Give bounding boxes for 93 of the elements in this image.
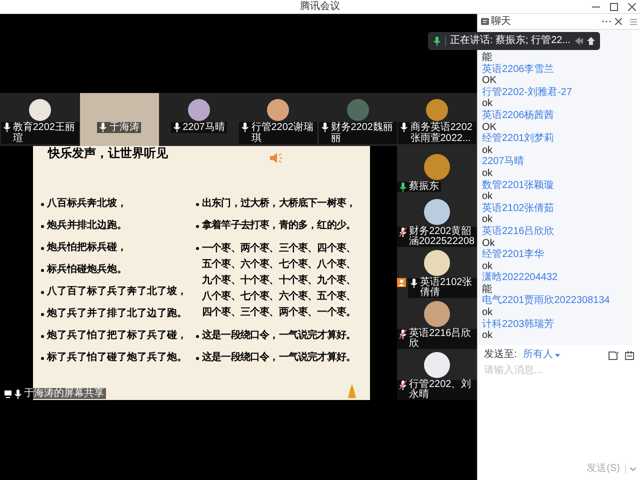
window-title: 腾讯会议 — [300, 2, 340, 12]
more-icon[interactable] — [602, 20, 611, 23]
message-text: OK — [482, 75, 498, 87]
screen-share-label: 于海涛的屏幕共享 — [24, 388, 104, 399]
message-sender: 行管2202-刘雅君-27 — [482, 86, 574, 98]
participant-name: 于海涛 — [109, 122, 140, 133]
message-text: 能 — [482, 52, 493, 64]
participant-name: 教育2202王丽瑄 — [12, 122, 76, 144]
message-text: ok — [482, 260, 494, 272]
avatar — [424, 352, 450, 378]
message-sender: 英语2216吕欣欣 — [482, 226, 556, 238]
bullet-text: 这是一段绕口令，一气说完才算好。 — [202, 351, 356, 365]
message-text: ok — [482, 168, 494, 180]
message-text: ok — [482, 98, 494, 110]
bullet-icon — [41, 312, 44, 316]
participant-name: 财务2202黄韶涵2022522208 — [409, 227, 475, 247]
message-sender: 经管2201李华 — [482, 249, 546, 261]
avatar — [424, 250, 450, 276]
bullet-text: 出东门，过大桥，大桥底下一树枣， — [202, 197, 356, 211]
avatar — [426, 99, 448, 121]
bullet-icon — [196, 247, 199, 250]
arrow-icon[interactable] — [586, 37, 595, 45]
recipient-dropdown[interactable]: 所有人 — [522, 350, 560, 360]
message-text: Ok — [482, 238, 496, 249]
message-sender: 计科2203韩瑞芳 — [482, 318, 556, 330]
slide-title: 快乐发声，让世界听见 — [48, 146, 168, 160]
chat-icon — [481, 18, 489, 25]
screenshot-icon[interactable] — [625, 350, 634, 360]
avatar — [346, 99, 369, 121]
participant-name: 英语2216吕欣欣 — [409, 329, 472, 349]
avatar — [424, 154, 450, 180]
participant-name: 财务2202魏丽丽 — [330, 122, 394, 144]
bullet-icon — [41, 246, 44, 250]
avatar — [424, 199, 450, 225]
bullet-text: 一个枣、两个枣、三个枣、四个枣、 五个枣、六个枣、七个枣、八个枣、 九个枣、十个枣、十个枣、九个枣、 八个枣、七个枣、六个枣、五个枣、 四个枣、三个枣、两个枣、一个枣。 — [202, 242, 356, 320]
send-to-label: 发送至: — [484, 350, 517, 360]
bullet-text: 八百标兵奔北坡， — [47, 197, 127, 211]
caret-icon[interactable] — [630, 467, 636, 471]
maximize-icon[interactable] — [610, 3, 618, 11]
participant-name: 商务英语2202张雨萱2022... — [410, 122, 474, 144]
message-text: ok — [482, 330, 494, 342]
message-text: ok — [482, 214, 494, 226]
speaker-icon — [269, 152, 283, 164]
participant-name: 2207马晴 — [182, 122, 225, 133]
participant-name: 英语2102张倩倩 — [420, 278, 474, 298]
bullet-text: 这是一段绕口令，一气说完才算好。 — [202, 329, 356, 343]
message-sender: 英语2102张倩茹 — [482, 202, 556, 214]
bullet-icon — [41, 290, 44, 294]
bullet-text: 八了百了标了兵了奔了北了坡， — [47, 285, 187, 299]
bullet-text: 标兵怕碰炮兵炮。 — [47, 263, 127, 277]
close-icon[interactable] — [615, 18, 622, 25]
message-text: ok — [482, 307, 494, 318]
bullet-icon — [41, 224, 44, 228]
bullet-text: 拿着竿子去打枣，青的多，红的少。 — [202, 219, 356, 233]
bullet-icon — [196, 225, 199, 228]
bullet-text: 炮兵怕把标兵碰， — [47, 241, 127, 255]
avatar — [188, 99, 210, 121]
bullet-text: 标了兵了怕了碰了炮了兵了炮。 — [47, 351, 187, 365]
avatar — [28, 99, 51, 121]
bullet-icon — [196, 335, 199, 338]
screen-icon — [4, 390, 12, 398]
bullet-text: 炮了兵了并了排了北了边了跑。 — [47, 307, 187, 321]
close-icon[interactable] — [628, 3, 636, 11]
participant-name: 行管2202、刘永晴 — [409, 380, 472, 400]
message-sender: 英语2206杨茜茜 — [482, 110, 556, 122]
message-sender: 英语2206李雪兰 — [482, 64, 556, 76]
message-sender: 经管2201刘梦莉 — [482, 133, 556, 145]
message-text: ok — [482, 191, 494, 202]
bullet-icon — [41, 334, 44, 338]
bullet-icon — [41, 202, 44, 206]
bullet-text: 炮兵并排北边跑。 — [47, 219, 127, 233]
message-sender: 数管2201张颖璇 — [482, 180, 556, 192]
avatar — [267, 99, 290, 121]
bullet-icon — [196, 357, 199, 360]
bullet-icon — [41, 268, 44, 272]
participant-name: 行管2202谢瑞琪 — [251, 122, 314, 144]
bullet-icon — [196, 203, 199, 206]
send-button[interactable]: 发送(S) — [584, 464, 626, 474]
rewind-icon[interactable] — [574, 37, 583, 45]
bullet-icon — [41, 356, 44, 360]
message-sender: 潇晗2022204432 — [482, 272, 559, 284]
message-text: ok — [482, 144, 494, 156]
bullet-text: 炮了兵了怕了把了标了兵了碰， — [47, 329, 187, 343]
caret-icon — [554, 354, 560, 356]
message-text: OK — [482, 122, 498, 133]
avatar — [424, 301, 450, 327]
message-sender: 2207马晴 — [482, 156, 526, 168]
participant-name: 蔡振东 — [409, 182, 439, 192]
chat-title: 聊天 — [491, 16, 511, 26]
message-text: 能 — [482, 284, 492, 295]
file-icon[interactable] — [608, 350, 619, 360]
message-sender: 电气2201贾雨欣2022308134 — [482, 295, 611, 308]
speaking-text: 正在讲话: 蔡振东; 行管22... — [450, 36, 571, 46]
